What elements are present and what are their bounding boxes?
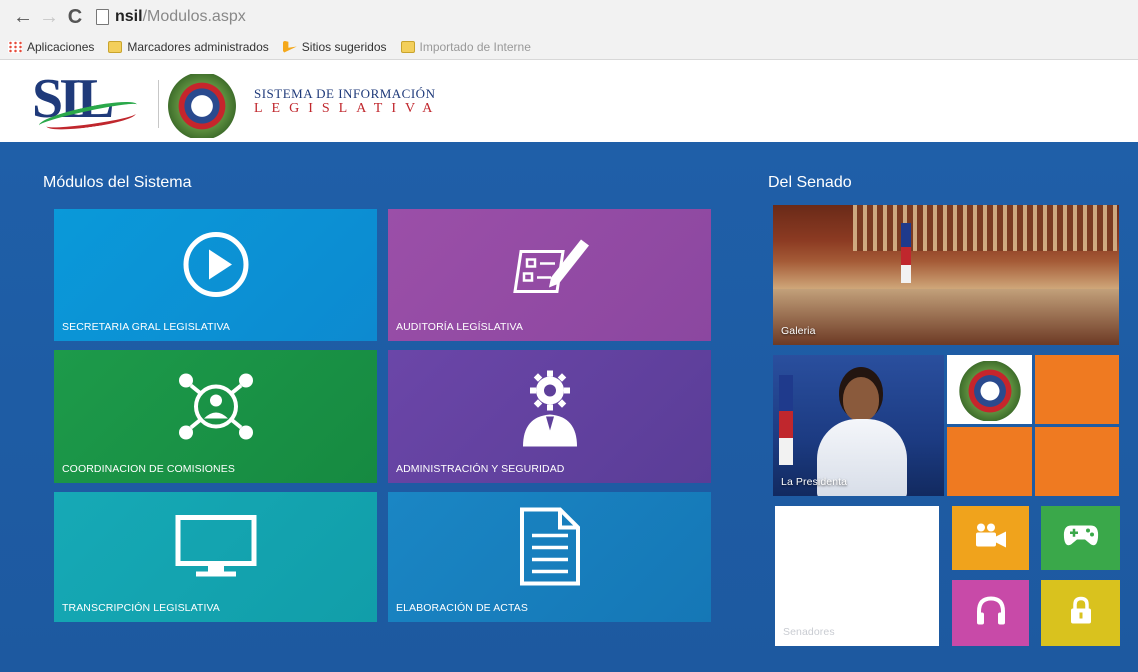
url-field[interactable]: nsil/Modulos.aspx [96, 8, 246, 26]
tile-presidenta[interactable]: La Presidenta [773, 355, 944, 496]
back-button[interactable]: ← [10, 4, 36, 30]
url-host: nsil [115, 8, 143, 25]
play-circle-icon [181, 230, 251, 305]
reload-icon: C [67, 5, 83, 28]
bookmark-importado[interactable]: Importado de Interne [400, 39, 531, 54]
sil-logo[interactable]: SIL [32, 68, 147, 134]
brand-line2: LEGISLATIVA [254, 101, 442, 116]
tile-orange-3[interactable] [1035, 427, 1119, 496]
video-camera-icon [974, 523, 1008, 554]
bing-icon [282, 40, 297, 53]
apps-grid-icon [8, 40, 22, 53]
bookmark-aplicaciones[interactable]: Aplicaciones [8, 40, 94, 54]
tile-lock[interactable] [1041, 580, 1120, 646]
tile-audio[interactable] [952, 580, 1029, 646]
tile-video[interactable] [952, 506, 1029, 570]
senado-title: Del Senado [768, 174, 852, 191]
tile-label: COORDINACION DE COMISIONES [62, 463, 235, 475]
flag-icon [901, 223, 911, 283]
folder-icon [400, 40, 415, 53]
bookmark-label: Marcadores administrados [127, 39, 269, 54]
user-gear-icon [515, 366, 585, 451]
galeria-photo-desks [773, 289, 1119, 345]
lock-icon [1069, 596, 1093, 630]
modules-title: Módulos del Sistema [43, 174, 192, 191]
coat-of-arms-icon [166, 74, 238, 138]
gamepad-icon [1063, 524, 1099, 553]
header-divider [158, 80, 159, 128]
url-path: /Modulos.aspx [142, 8, 246, 25]
bookmark-sitios[interactable]: Sitios sugeridos [282, 39, 387, 54]
tile-label: AUDITORÍA LEGÍSLATIVA [396, 321, 523, 333]
page-icon [96, 9, 109, 25]
bookmark-marcadores[interactable]: Marcadores administrados [108, 39, 269, 54]
brand-line1: SISTEMA DE INFORMACIÓN [254, 86, 436, 101]
bookmarks-bar: Aplicaciones Marcadores administrados Si… [0, 34, 1138, 60]
tile-transcripcion[interactable]: TRANSCRIPCIÓN LEGISLATIVA [54, 492, 377, 622]
tile-label: Galeria [781, 325, 816, 337]
checklist-pencil-icon [507, 230, 593, 305]
network-users-icon [174, 368, 258, 449]
reload-button[interactable]: C [62, 4, 88, 30]
headphones-icon [975, 596, 1007, 631]
tile-label: La Presidenta [781, 476, 848, 488]
brand-text: SISTEMA DE INFORMACIÓN LEGISLATIVA [254, 86, 441, 117]
main-area: Módulos del Sistema Del Senado SECRETARI… [0, 142, 1138, 672]
tile-orange-2[interactable] [947, 427, 1032, 496]
tile-coat-of-arms[interactable] [947, 355, 1032, 424]
tile-label: Senadores [783, 626, 835, 638]
tile-secretaria[interactable]: SECRETARIA GRAL LEGISLATIVA [54, 209, 377, 341]
folder-icon [108, 40, 123, 53]
tile-orange-1[interactable] [1035, 355, 1119, 424]
tile-label: ELABORACIÓN DE ACTAS [396, 602, 528, 614]
tile-coordinacion[interactable]: COORDINACION DE COMISIONES [54, 350, 377, 483]
coat-of-arms-icon [955, 361, 1025, 421]
monitor-icon [174, 514, 258, 585]
flag-icon [779, 375, 793, 465]
site-header: SIL SISTEMA DE INFORMACIÓN LEGISLATIVA [0, 60, 1138, 142]
arrow-left-icon: ← [13, 5, 33, 28]
bookmark-label: Sitios sugeridos [301, 39, 387, 54]
tile-senadores[interactable]: Senadores [775, 506, 939, 646]
tile-games[interactable] [1041, 506, 1120, 570]
tile-label: ADMINISTRACIÓN Y SEGURIDAD [396, 463, 565, 475]
document-icon [518, 506, 582, 593]
tile-auditoria[interactable]: AUDITORÍA LEGÍSLATIVA [388, 209, 711, 341]
browser-address-bar: ← → C nsil/Modulos.aspx [0, 0, 1138, 34]
bookmark-label: Aplicaciones [27, 39, 95, 54]
tile-galeria[interactable]: Galeria [773, 205, 1119, 345]
tile-label: SECRETARIA GRAL LEGISLATIVA [62, 321, 231, 333]
tile-actas[interactable]: ELABORACIÓN DE ACTAS [388, 492, 711, 622]
bookmark-label: Importado de Interne [419, 39, 531, 54]
arrow-right-icon: → [39, 5, 59, 28]
galeria-photo-columns [853, 205, 1117, 251]
tile-label: TRANSCRIPCIÓN LEGISLATIVA [62, 602, 220, 614]
forward-button[interactable]: → [36, 4, 62, 30]
tile-administracion[interactable]: ADMINISTRACIÓN Y SEGURIDAD [388, 350, 711, 483]
